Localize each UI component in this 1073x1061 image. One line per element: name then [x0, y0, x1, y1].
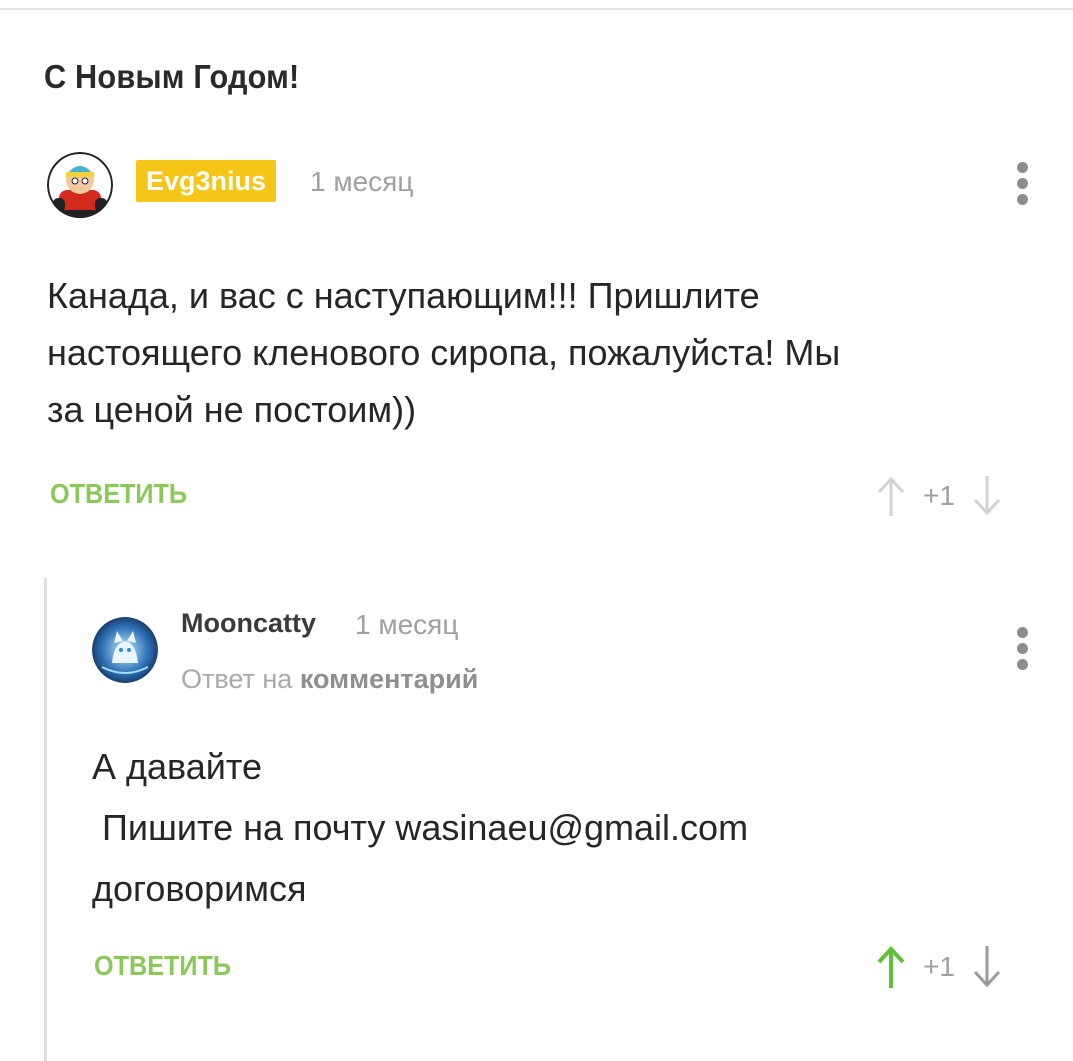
author-badge[interactable]: Evg3nius — [136, 160, 277, 202]
reply-button[interactable]: ОТВЕТИТЬ — [50, 478, 187, 510]
comment-text: А давайте Пишите на почту wasinaeu@gmail… — [92, 746, 749, 909]
reply-to-prefix: Ответ на — [181, 664, 293, 694]
comment-text: Канада, и вас с наступающим!!! Пришлите … — [47, 275, 841, 430]
arrow-down-icon[interactable] — [969, 474, 1005, 518]
arrow-up-icon[interactable] — [873, 944, 909, 990]
avatar[interactable] — [92, 617, 158, 683]
avatar-image — [92, 617, 158, 683]
more-vertical-icon[interactable] — [1015, 162, 1029, 205]
reply-to-link[interactable]: комментарий — [300, 664, 479, 694]
rating-count: +1 — [923, 951, 955, 982]
vote-controls: +1 — [873, 944, 1005, 990]
post-title: С Новым Годом! — [44, 58, 300, 95]
more-vertical-icon[interactable] — [1015, 627, 1029, 670]
vote-controls: +1 — [873, 474, 1005, 518]
arrow-up-icon[interactable] — [873, 474, 909, 518]
avatar[interactable] — [47, 152, 113, 218]
thread-line — [44, 578, 47, 1061]
comment-timestamp: 1 месяц — [310, 166, 414, 197]
reply-to-line: Ответ на комментарий — [181, 664, 478, 695]
author-name[interactable]: Mooncatty — [181, 608, 316, 639]
rating-count: +1 — [923, 480, 955, 511]
comment-timestamp: 1 месяц — [355, 609, 459, 640]
avatar-image — [47, 152, 113, 218]
arrow-down-icon[interactable] — [969, 944, 1005, 990]
top-divider — [0, 0, 1073, 10]
reply-button[interactable]: ОТВЕТИТЬ — [94, 950, 231, 982]
